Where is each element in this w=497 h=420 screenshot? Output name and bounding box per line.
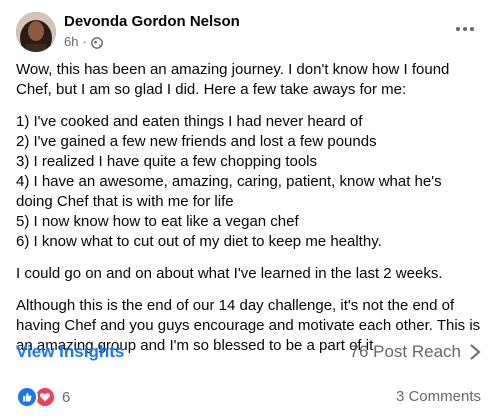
list-item: 3) I realized I have quite a few choppin…	[16, 153, 318, 170]
meta-separator: ·	[82, 34, 87, 49]
reaction-summary[interactable]: 6	[16, 386, 70, 408]
comments-link[interactable]: 3 Comments	[396, 388, 481, 405]
insights-bar: View Insights 76 Post Reach	[16, 340, 481, 364]
list-item: 4) I have an awesome, amazing, caring, p…	[16, 173, 442, 190]
post-header: Devonda Gordon Nelson 6h ·	[16, 10, 481, 52]
more-options-button[interactable]	[449, 18, 481, 40]
text-line: Chef, but I am so glad I did. Here a few…	[16, 81, 407, 98]
list-item: 2) I've gained a few new friends and los…	[16, 133, 377, 150]
learned-paragraph: I could go on and on about what I've lea…	[16, 264, 478, 284]
text-line: Although this is the end of our 14 day c…	[16, 297, 455, 314]
avatar-photo	[16, 12, 56, 52]
list-item: 1) I've cooked and eaten things I had ne…	[16, 113, 363, 130]
post-meta: 6h ·	[64, 34, 103, 49]
facebook-post: Devonda Gordon Nelson 6h · Wow, this has…	[0, 0, 497, 420]
list-item: 5) I now know how to eat like a vegan ch…	[16, 213, 299, 230]
avatar[interactable]	[16, 12, 56, 52]
list-item: 6) I know what to cut out of my diet to …	[16, 233, 382, 250]
reactions-bar: 6 3 Comments	[16, 384, 481, 408]
view-insights-link[interactable]: View Insights	[16, 342, 124, 362]
post-reach-label: 76 Post Reach	[349, 342, 461, 361]
text-line: Wow, this has been an amazing journey. I…	[16, 61, 450, 78]
takeaways-list: 1) I've cooked and eaten things I had ne…	[16, 112, 478, 252]
list-item: doing Chef that is with me for life	[16, 193, 234, 210]
text-line: I could go on and on about what I've lea…	[16, 265, 443, 282]
post-time[interactable]: 6h	[64, 34, 78, 49]
intro-paragraph: Wow, this has been an amazing journey. I…	[16, 60, 478, 100]
chevron-right-icon	[469, 343, 481, 361]
more-horizontal-icon	[456, 27, 474, 31]
post-body: Wow, this has been an amazing journey. I…	[16, 60, 481, 368]
like-icon	[16, 386, 38, 408]
author-name[interactable]: Devonda Gordon Nelson	[64, 13, 240, 30]
post-reach-button[interactable]: 76 Post Reach	[349, 342, 481, 362]
text-line: having Chef and you guys encourage and m…	[16, 317, 481, 334]
reaction-count: 6	[62, 388, 71, 406]
globe-icon[interactable]	[90, 36, 103, 49]
